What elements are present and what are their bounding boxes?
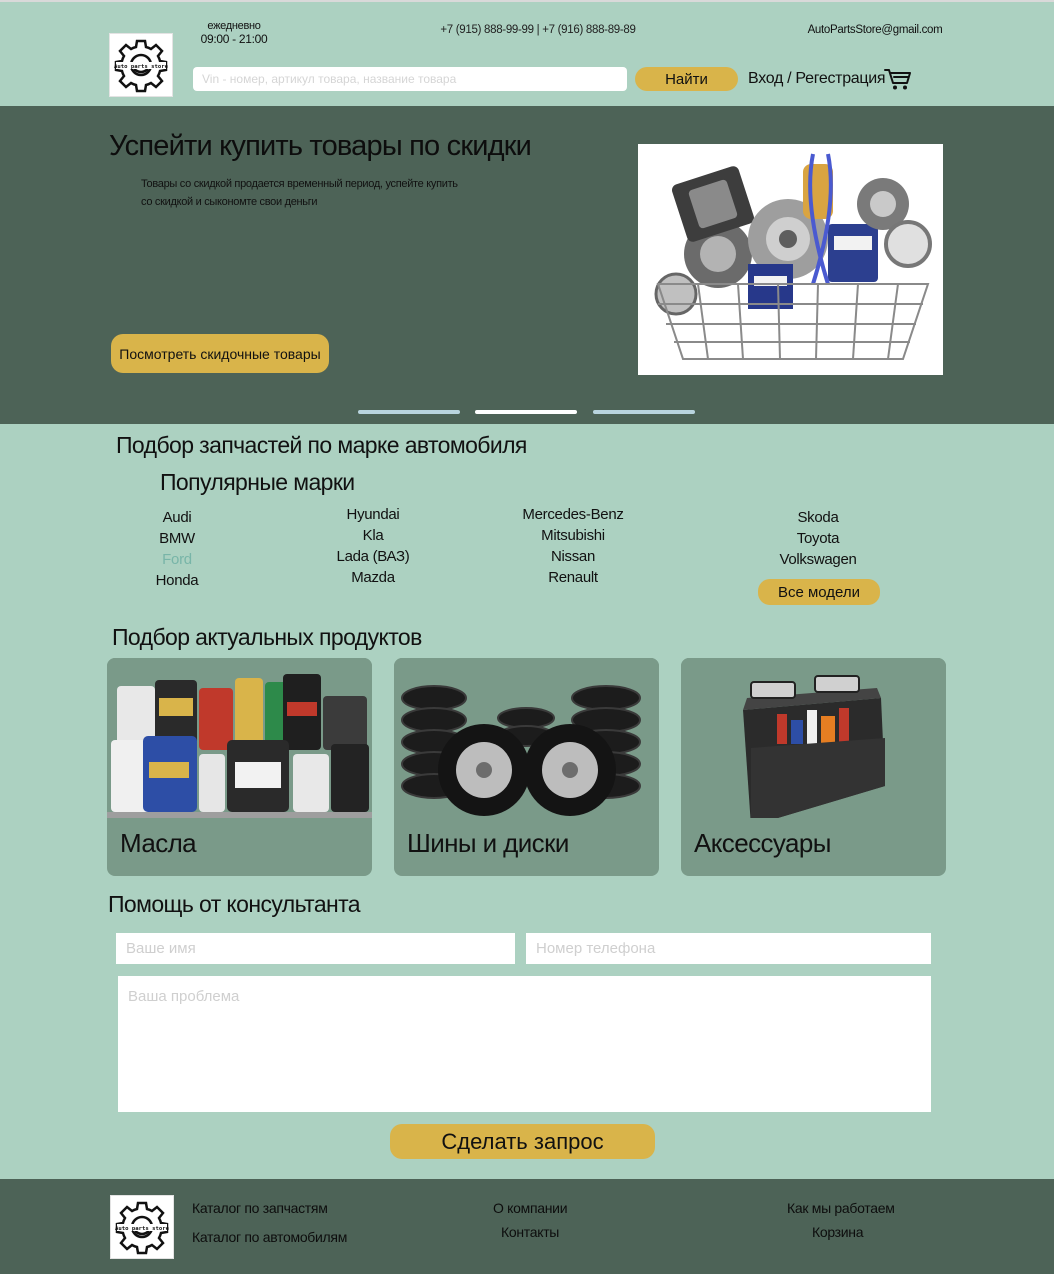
trunk-organizer-image (681, 658, 946, 818)
cart-icon[interactable] (884, 67, 912, 91)
products-section-title: Подбор актуальных продуктов (112, 624, 422, 650)
brands-section-title: Подбор запчастей по марке автомобиля (116, 432, 527, 458)
site-logo[interactable]: Auto parts store (109, 33, 173, 97)
slider-dot-1[interactable] (358, 410, 460, 414)
gear-logo-icon: Auto parts store (115, 1201, 170, 1255)
product-card-accessories[interactable]: Аксессуары (681, 658, 946, 876)
auto-parts-basket-image (638, 144, 943, 375)
brand-link-audi[interactable]: Audi (130, 507, 224, 528)
email-link[interactable]: AutoPartsStore@gmail.com (790, 24, 960, 36)
footer-link-contacts[interactable]: Контакты (501, 1224, 559, 1240)
search-input[interactable] (193, 67, 627, 91)
consultant-section-title: Помощь от консультанта (108, 891, 361, 917)
footer-link-parts-catalog[interactable]: Каталог по запчастям (192, 1200, 328, 1216)
brand-link-volkswagen[interactable]: Volkswagen (768, 549, 868, 570)
brand-link-hyundai[interactable]: Hyundai (318, 504, 428, 525)
logo-text: Auto parts store (114, 64, 169, 70)
footer-link-cart[interactable]: Корзина (812, 1224, 864, 1240)
working-hours: ежедневно 09:00 - 21:00 (196, 20, 272, 46)
brand-column-3: Mercedes-Benz Mitsubishi Nissan Renault (508, 504, 638, 588)
tires-wheels-image (394, 658, 659, 818)
brand-link-nissan[interactable]: Nissan (508, 546, 638, 567)
brand-column-1: Audi BMW Ford Honda (130, 507, 224, 591)
brand-link-mercedes[interactable]: Mercedes-Benz (508, 504, 638, 525)
brand-link-ford[interactable]: Ford (130, 549, 224, 570)
brand-link-mazda[interactable]: Mazda (318, 567, 428, 588)
product-card-label: Аксессуары (694, 828, 831, 858)
phone-numbers[interactable]: +7 (915) 888-99-99 | +7 (916) 888-89-89 (400, 24, 676, 36)
problem-textarea[interactable] (118, 976, 931, 1112)
brand-link-lada[interactable]: Lada (ВАЗ) (318, 546, 428, 567)
top-border (0, 0, 1054, 2)
slider-dot-3[interactable] (593, 410, 695, 414)
brand-link-renault[interactable]: Renault (508, 567, 638, 588)
gear-logo-icon: Auto parts store (114, 39, 169, 93)
brand-column-2: Hyundai Kla Lada (ВАЗ) Mazda (318, 504, 428, 588)
footer-link-how-we-work[interactable]: Как мы работаем (787, 1200, 895, 1216)
name-input[interactable] (116, 933, 515, 964)
brand-column-4: Skoda Toyota Volkswagen (768, 507, 868, 570)
hero-description: Товары со скидкой продается временный пе… (141, 178, 458, 208)
view-discounts-button[interactable]: Посмотреть скидочные товары (111, 334, 329, 373)
popular-brands-subtitle: Популярные марки (160, 469, 355, 495)
footer-logo[interactable]: Auto parts store (110, 1195, 174, 1259)
submit-request-button[interactable]: Сделать запрос (390, 1124, 655, 1159)
brand-link-mitsubishi[interactable]: Mitsubishi (508, 525, 638, 546)
product-card-label: Масла (120, 828, 197, 858)
login-register-link[interactable]: Вход / Регестрация (748, 70, 886, 88)
hero-title: Успейти купить товары по скидки (109, 130, 532, 162)
brand-link-skoda[interactable]: Skoda (768, 507, 868, 528)
brand-link-toyota[interactable]: Toyota (768, 528, 868, 549)
footer-link-about[interactable]: О компании (493, 1200, 568, 1216)
footer-logo-text: Auto parts store (115, 1226, 170, 1232)
product-card-tires[interactable]: Шины и диски (394, 658, 659, 876)
brand-link-honda[interactable]: Honda (130, 570, 224, 591)
phone-input[interactable] (526, 933, 931, 964)
brand-link-kia[interactable]: Kla (318, 525, 428, 546)
slider-dot-2[interactable] (475, 410, 577, 414)
hours-value: 09:00 - 21:00 (200, 32, 268, 46)
footer-link-cars-catalog[interactable]: Каталог по автомобилям (192, 1229, 347, 1245)
all-models-button[interactable]: Все модели (758, 579, 880, 605)
search-button[interactable]: Найти (635, 67, 738, 91)
product-card-oils[interactable]: Масла (107, 658, 372, 876)
product-card-label: Шины и диски (407, 828, 569, 858)
motor-oil-image (107, 658, 372, 818)
brand-link-bmw[interactable]: BMW (130, 528, 224, 549)
